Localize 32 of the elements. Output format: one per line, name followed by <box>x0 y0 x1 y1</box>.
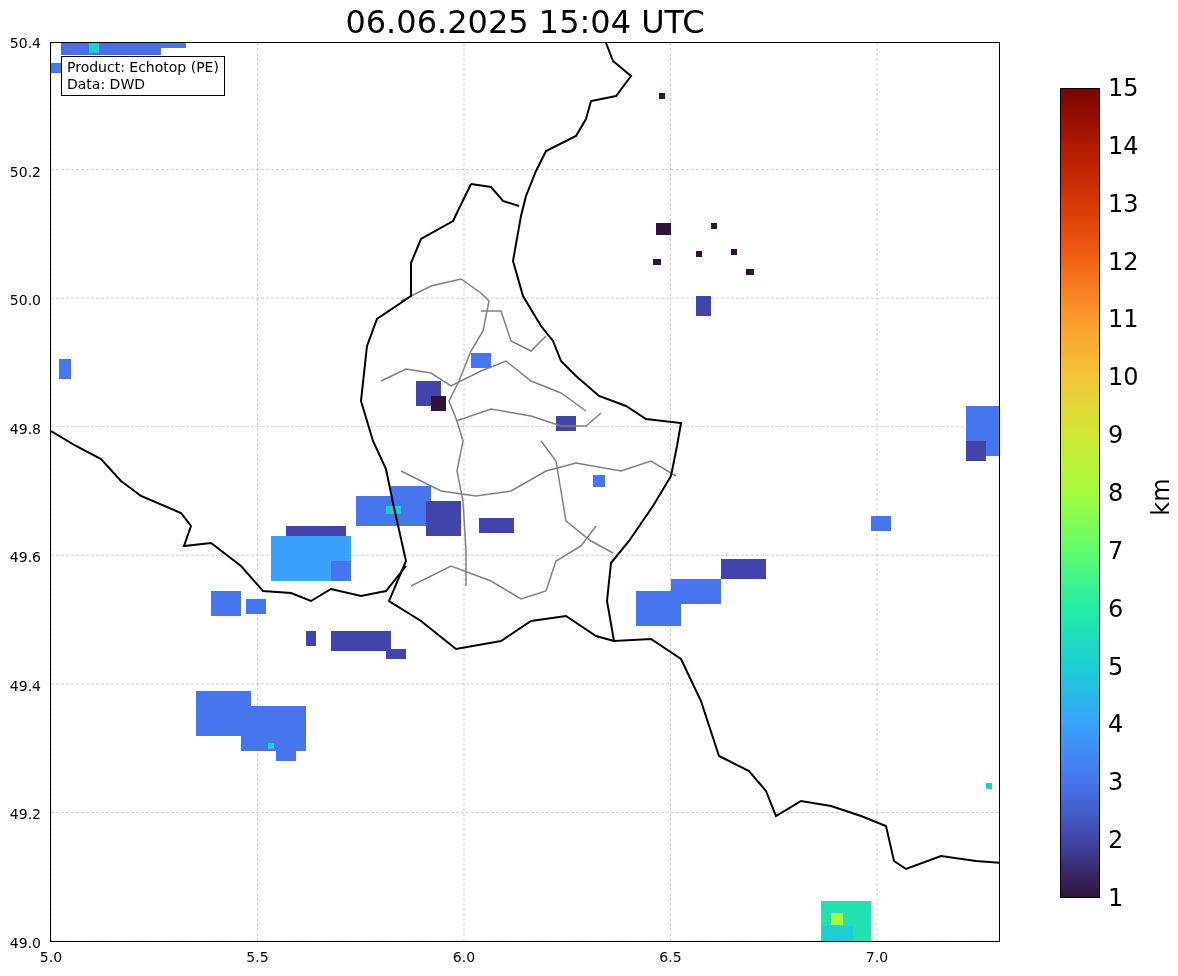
axis-tick-label: 50.2 <box>9 163 41 180</box>
colorbar-tick-label: 4 <box>1108 710 1124 739</box>
colorbar-label: km <box>1146 478 1175 516</box>
legend-text: Data: DWD <box>67 76 146 93</box>
colorbar-tick-label: 14 <box>1108 131 1139 160</box>
legend-text: Product: Echotop (PE) <box>67 59 219 76</box>
colorbar-tick-label: 5 <box>1108 652 1124 681</box>
axis-tick-label: 7.0 <box>865 949 889 965</box>
axis-tick-label: 6.5 <box>659 949 682 965</box>
colorbar-tick-label: 11 <box>1108 305 1139 334</box>
colorbar-tick-label: 7 <box>1108 536 1124 565</box>
colorbar-tick-label: 9 <box>1108 421 1124 450</box>
chart-title: 06.06.2025 15:04 UTC <box>344 2 706 42</box>
axis-tick-label: 6.0 <box>452 949 476 965</box>
axis-tick-label: 50.4 <box>9 35 41 51</box>
colorbar-tick-label: 6 <box>1108 594 1124 623</box>
axis-tick-label: 50.0 <box>9 292 41 309</box>
axis-tick-label: 49.6 <box>9 549 41 566</box>
colorbar-tick-label: 1 <box>1108 884 1124 912</box>
axis-tick-label: 49.4 <box>9 677 41 694</box>
colorbar-tick-label: 3 <box>1108 768 1124 797</box>
axis-tick-label: 49.2 <box>9 806 41 823</box>
axis-tick-label: 5.5 <box>246 949 269 965</box>
axis-tick-label: 5.0 <box>39 949 63 965</box>
axis-tick-label: 49.0 <box>9 935 41 951</box>
colorbar-tick-label: 13 <box>1108 189 1139 218</box>
colorbar-tick-label: 8 <box>1108 479 1124 507</box>
colorbar-tick-label: 2 <box>1108 826 1124 855</box>
colorbar-tick-label: 15 <box>1108 74 1139 102</box>
axis-tick-label: 49.8 <box>9 420 41 437</box>
colorbar-tick-label: 12 <box>1108 247 1139 276</box>
colorbar-tick-label: 10 <box>1108 363 1139 392</box>
